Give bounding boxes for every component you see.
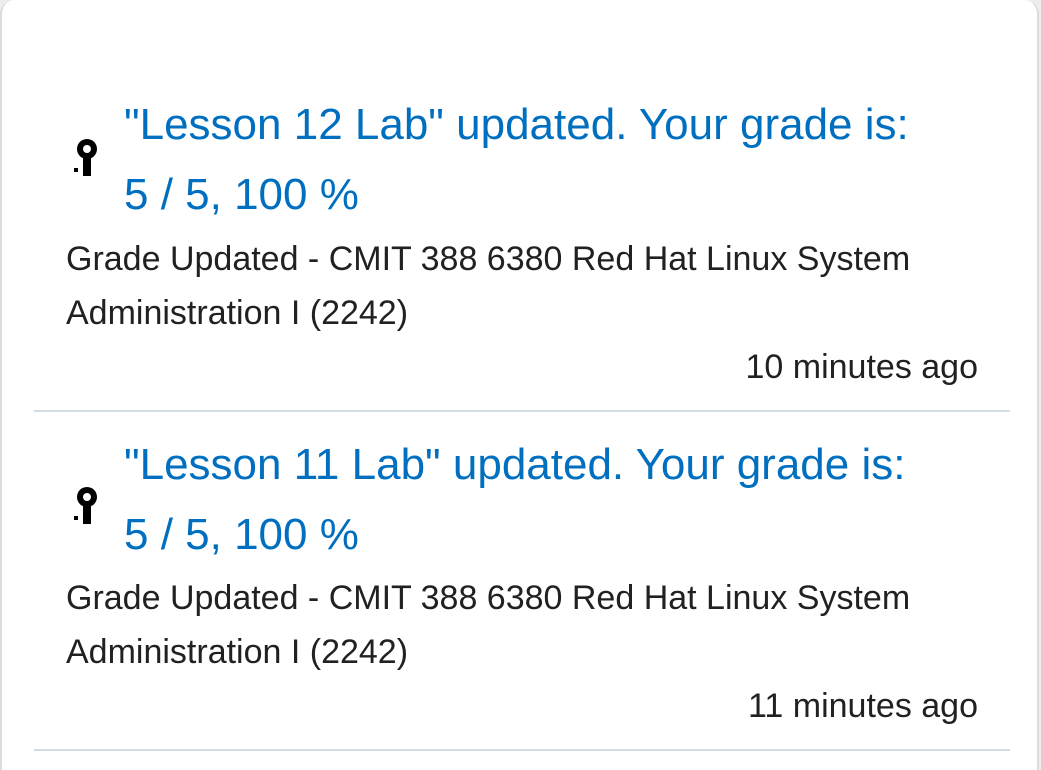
notification-title-line1[interactable]: "Lesson 11 Lab" updated. Your grade is: — [124, 440, 905, 489]
course-line2: Administration I (2242) — [66, 633, 409, 671]
divider — [34, 749, 1010, 751]
notification-title[interactable]: "Lesson 11 Lab" updated. Your grade is: … — [124, 430, 1004, 570]
notification-course: Grade Updated - CMIT 388 6380 Red Hat Li… — [66, 232, 986, 340]
notification-timestamp: 11 minutes ago — [748, 687, 978, 725]
notification-course: Grade Updated - CMIT 388 6380 Red Hat Li… — [66, 571, 986, 679]
notification-timestamp: 10 minutes ago — [745, 348, 979, 386]
notifications-panel: "Lesson 12 Lab" updated. Your grade is: … — [0, 0, 1039, 770]
notification-title[interactable]: "Lesson 12 Lab" updated. Your grade is: … — [124, 90, 1004, 230]
notification-item[interactable]: "Lesson 11 Lab" updated. Your grade is: … — [34, 411, 1010, 751]
award-ribbon-icon — [74, 139, 97, 176]
notification-title-line2[interactable]: 5 / 5, 100 % — [124, 170, 359, 219]
course-line2: Administration I (2242) — [66, 294, 409, 332]
notification-item[interactable]: "Lesson 12 Lab" updated. Your grade is: … — [34, 0, 1010, 411]
course-line1: Grade Updated - CMIT 388 6380 Red Hat Li… — [66, 579, 911, 617]
notification-title-line2[interactable]: 5 / 5, 100 % — [124, 510, 359, 559]
award-ribbon-icon — [74, 487, 97, 524]
course-line1: Grade Updated - CMIT 388 6380 Red Hat Li… — [66, 240, 911, 278]
notification-title-line1[interactable]: "Lesson 12 Lab" updated. Your grade is: — [124, 100, 909, 149]
